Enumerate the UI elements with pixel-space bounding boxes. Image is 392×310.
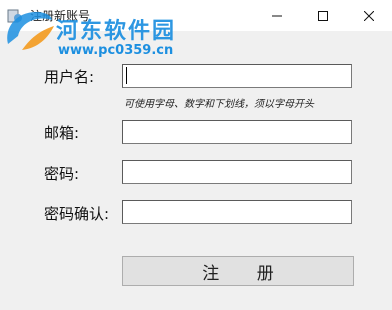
confirm-password-label: 密码确认: (44, 205, 110, 223)
watermark-name: 河东软件园 (56, 19, 177, 44)
watermark-url: www.pc0359.cn (58, 43, 174, 58)
password-input[interactable] (122, 160, 352, 184)
username-input[interactable] (122, 64, 352, 88)
minimize-button[interactable] (254, 0, 300, 31)
password-label: 密码: (44, 165, 80, 183)
maximize-icon (318, 10, 328, 21)
maximize-button[interactable] (300, 0, 346, 31)
watermark-logo-icon (7, 12, 54, 50)
email-input[interactable] (122, 120, 352, 144)
username-label: 用户名: (44, 68, 95, 86)
email-label: 邮箱: (44, 124, 80, 142)
minimize-icon (272, 15, 282, 16)
text-caret (126, 67, 127, 84)
confirm-password-input[interactable] (122, 200, 352, 224)
username-hint: 可使用字母、数字和下划线，须以字母开头 (124, 99, 314, 110)
close-button[interactable] (346, 0, 392, 31)
register-button[interactable]: 注 册 (122, 256, 354, 286)
close-icon (364, 10, 374, 21)
